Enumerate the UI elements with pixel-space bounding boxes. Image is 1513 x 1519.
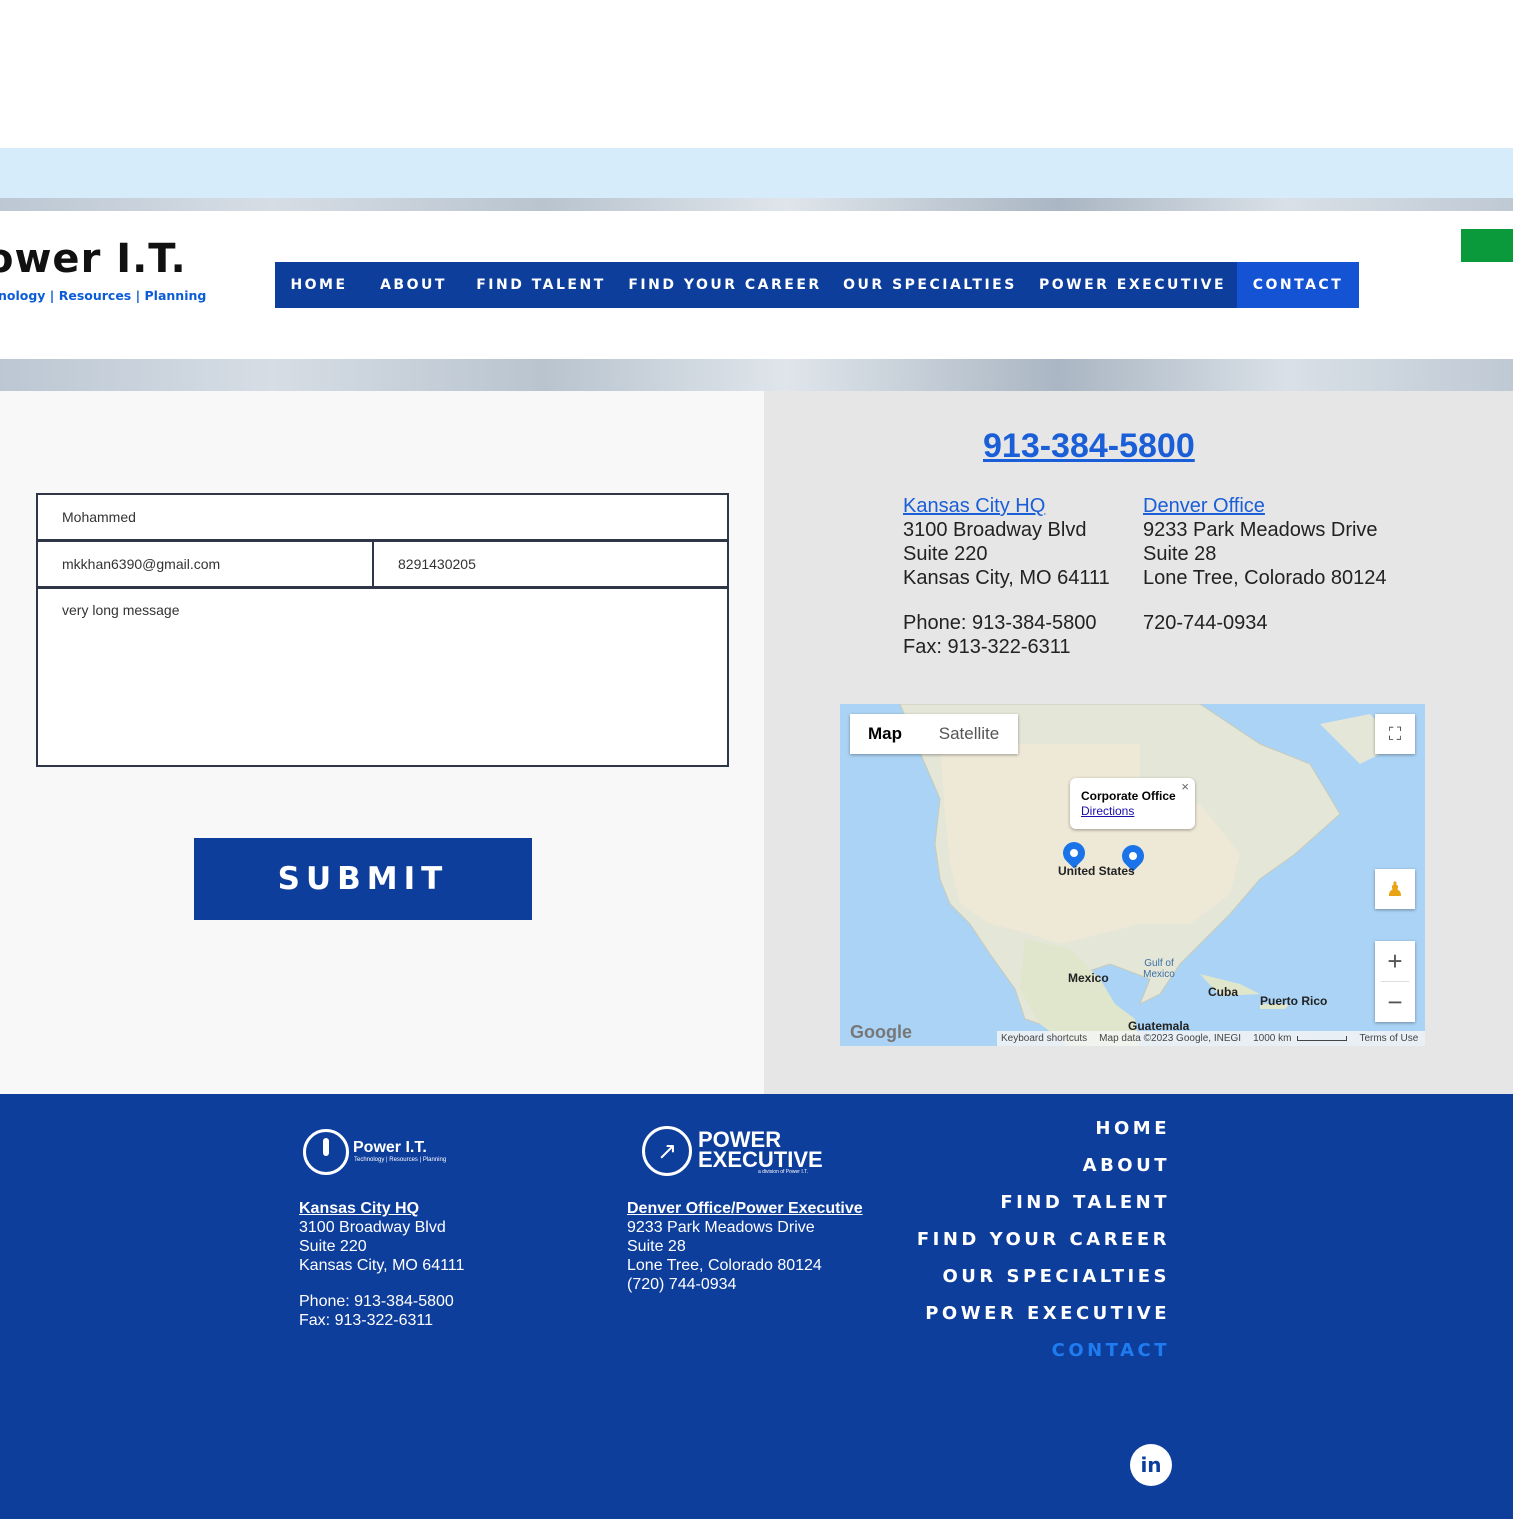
nav-about[interactable]: ABOUT [363, 262, 464, 308]
directions-link[interactable]: Directions [1081, 804, 1184, 818]
close-icon[interactable]: × [1181, 779, 1189, 794]
map-label-us: United States [1058, 864, 1135, 878]
logo-tagline: nology | Resources | Planning [0, 288, 207, 303]
zoom-in-icon[interactable]: + [1375, 941, 1415, 981]
denver-phone: 720-744-0934 [1143, 612, 1268, 634]
nav-home[interactable]: HOME [275, 262, 363, 308]
submit-button[interactable]: SUBMIT [194, 838, 532, 920]
logo-title[interactable]: ower I.T. [0, 236, 187, 282]
footer-nav-contact[interactable]: CONTACT [1052, 1340, 1170, 1361]
main-nav: HOME ABOUT FIND TALENT FIND YOUR CAREER … [275, 262, 1359, 308]
map-label-cuba: Cuba [1208, 985, 1238, 999]
nav-find-your-career[interactable]: FIND YOUR CAREER [618, 262, 832, 308]
footer-kc-line1: 3100 Broadway Blvd [299, 1219, 446, 1236]
kc-phone: Phone: 913-384-5800 [903, 612, 1097, 634]
denver-line1: 9233 Park Meadows Drive [1143, 519, 1378, 541]
footer-denver-phone: (720) 744-0934 [627, 1276, 737, 1293]
footer-nav-find-your-career[interactable]: FIND YOUR CAREER [917, 1229, 1170, 1250]
footer-kc-fax: Fax: 913-322-6311 [299, 1312, 434, 1329]
kc-fax: Fax: 913-322-6311 [903, 636, 1071, 658]
green-header-button[interactable] [1461, 229, 1513, 262]
denver-address: Denver Office 9233 Park Meadows Drive Su… [1143, 494, 1387, 635]
map-label-puerto-rico: Puerto Rico [1260, 994, 1328, 1008]
map-label-gulf: Gulf of Mexico [1143, 958, 1175, 980]
power-logo-icon [303, 1129, 349, 1175]
nav-find-talent[interactable]: FIND TALENT [464, 262, 618, 308]
message-field-value: very long message [62, 602, 180, 618]
map-attribution-bar: Keyboard shortcuts Map data ©2023 Google… [997, 1031, 1425, 1046]
scale-bar [1297, 1036, 1348, 1041]
footer-nav-find-talent[interactable]: FIND TALENT [1000, 1192, 1170, 1213]
footer-logo2-line2: EXECUTIVE [698, 1147, 823, 1172]
footer-logo2-sub: a division of Power I.T. [758, 1169, 809, 1175]
name-field[interactable]: Mohammed [36, 493, 729, 541]
footer-kc-line3: Kansas City, MO 64111 [299, 1257, 465, 1274]
name-field-value: Mohammed [62, 509, 136, 525]
arrow-logo-icon: ↗ [642, 1126, 692, 1176]
map-label-mexico: Mexico [1068, 971, 1109, 985]
zoom-control: + − [1375, 941, 1415, 1022]
map-info-window: Corporate Office Directions × [1070, 778, 1195, 829]
footer-kc-phone: Phone: 913-384-5800 [299, 1293, 454, 1310]
footer-nav-our-specialties[interactable]: OUR SPECIALTIES [942, 1266, 1170, 1287]
denver-line2: Suite 28 [1143, 543, 1217, 565]
keyboard-shortcuts-link[interactable]: Keyboard shortcuts [1001, 1033, 1087, 1044]
map-type-satellite[interactable]: Satellite [920, 714, 1018, 754]
kansas-city-address: Kansas City HQ 3100 Broadway Blvd Suite … [903, 494, 1110, 659]
kc-line2: Suite 220 [903, 543, 988, 565]
nav-our-specialties[interactable]: OUR SPECIALTIES [832, 262, 1028, 308]
info-window-title: Corporate Office [1081, 789, 1176, 803]
footer-kc-line2: Suite 220 [299, 1238, 367, 1255]
kc-line1: 3100 Broadway Blvd [903, 519, 1087, 541]
footer-logo1-title: Power I.T. [353, 1139, 427, 1156]
map-data-text: Map data ©2023 Google, INEGI [1099, 1033, 1242, 1044]
fullscreen-icon[interactable]: ⛶ [1375, 714, 1415, 754]
footer-denver-line1: 9233 Park Meadows Drive [627, 1219, 815, 1236]
kc-line3: Kansas City, MO 64111 [903, 567, 1110, 589]
zoom-out-icon[interactable]: − [1375, 982, 1415, 1022]
message-field[interactable]: very long message [36, 587, 729, 767]
map-scale[interactable]: 1000 km [1253, 1033, 1291, 1044]
pegman-icon[interactable]: ♟ [1375, 869, 1415, 909]
email-field-value: mkkhan6390@gmail.com [62, 556, 221, 572]
linkedin-icon[interactable]: in [1130, 1444, 1172, 1486]
nav-contact[interactable]: CONTACT [1237, 262, 1359, 308]
top-blank-area [0, 0, 1513, 148]
footer-nav-home[interactable]: HOME [1095, 1118, 1170, 1139]
announcement-band [0, 148, 1513, 198]
nav-power-executive[interactable]: POWER EXECUTIVE [1028, 262, 1237, 308]
footer-nav-about[interactable]: ABOUT [1083, 1155, 1170, 1176]
footer-kc-link[interactable]: Kansas City HQ [299, 1199, 464, 1218]
kansas-city-link[interactable]: Kansas City HQ [903, 494, 1110, 518]
footer-denver-link[interactable]: Denver Office/Power Executive [627, 1199, 863, 1218]
phone-field[interactable]: 8291430205 [372, 540, 729, 588]
footer-kc-address: Kansas City HQ 3100 Broadway Blvd Suite … [299, 1199, 464, 1330]
main-phone-link[interactable]: 913-384-5800 [983, 427, 1195, 466]
map-type-control: Map Satellite [850, 714, 1018, 754]
email-field[interactable]: mkkhan6390@gmail.com [36, 540, 374, 588]
phone-field-value: 8291430205 [398, 556, 476, 572]
google-map[interactable]: Map Satellite ⛶ ♟ + − Corporate Office D… [840, 704, 1425, 1046]
terms-link[interactable]: Terms of Use [1359, 1033, 1418, 1044]
map-type-map[interactable]: Map [850, 714, 920, 754]
footer-nav-power-executive[interactable]: POWER EXECUTIVE [925, 1303, 1170, 1324]
footer-logo1-tagline: Technology | Resources | Planning [354, 1157, 447, 1163]
google-logo: Google [850, 1022, 912, 1042]
denver-link[interactable]: Denver Office [1143, 494, 1387, 518]
footer-denver-line2: Suite 28 [627, 1238, 686, 1255]
denver-line3: Lone Tree, Colorado 80124 [1143, 567, 1387, 589]
footer-denver-address: Denver Office/Power Executive 9233 Park … [627, 1199, 863, 1294]
footer-denver-line3: Lone Tree, Colorado 80124 [627, 1257, 822, 1274]
